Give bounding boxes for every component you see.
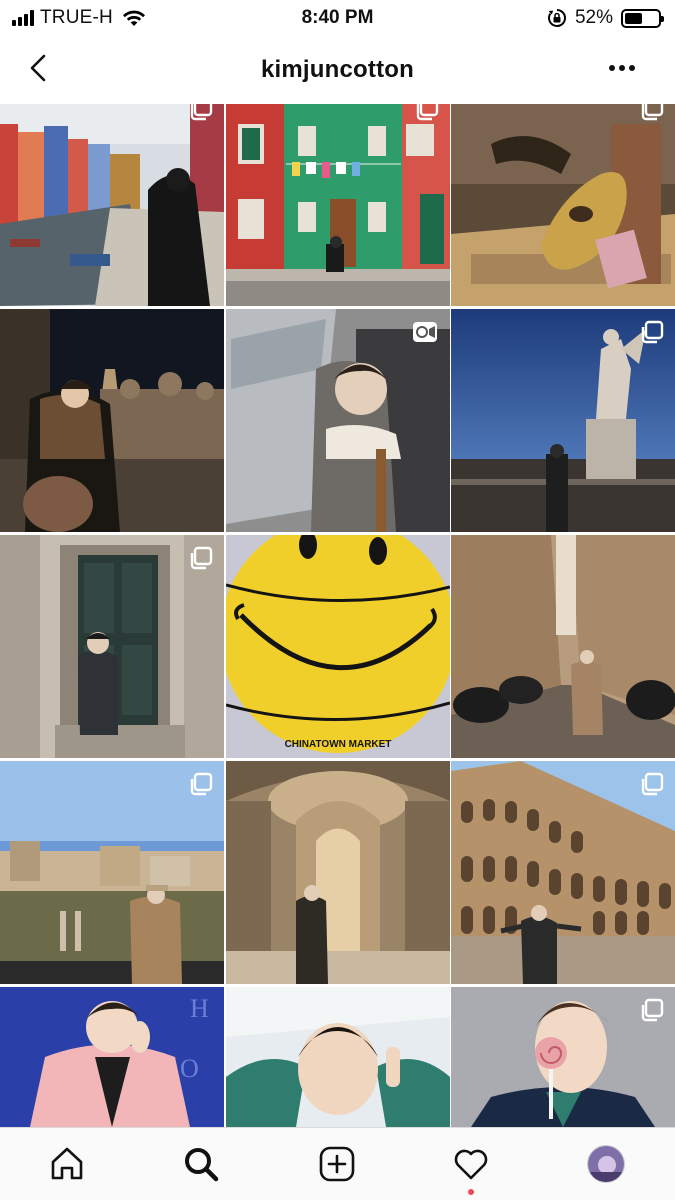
grid-post[interactable]	[0, 309, 224, 532]
grid-post[interactable]	[451, 104, 675, 306]
tab-search[interactable]	[179, 1142, 223, 1186]
explore-grid: CHINATOWN MARKET H O	[0, 104, 675, 1127]
tab-new-post[interactable]	[315, 1142, 359, 1186]
carousel-icon	[641, 772, 664, 796]
page-title: kimjuncotton	[260, 56, 415, 83]
grid-post[interactable]	[451, 309, 675, 532]
battery-icon	[621, 8, 664, 28]
grid-post[interactable]	[451, 535, 675, 758]
carousel-icon	[641, 320, 664, 344]
battery-percent: 52%	[574, 7, 613, 28]
notification-dot	[468, 1189, 474, 1195]
heart-icon	[454, 1149, 488, 1180]
avatar	[587, 1145, 625, 1183]
video-icon	[412, 322, 437, 342]
carousel-icon	[190, 104, 213, 121]
more-horizontal-icon	[609, 65, 615, 71]
grid-post[interactable]	[451, 987, 675, 1127]
rotation-lock-icon	[547, 9, 566, 27]
add-post-icon	[319, 1146, 355, 1182]
tab-activity[interactable]	[449, 1142, 493, 1195]
tab-home[interactable]	[45, 1142, 89, 1186]
profile-header: kimjuncotton	[0, 36, 675, 102]
search-icon	[185, 1148, 219, 1182]
status-bar: TRUE-H 8:40 PM 52%	[0, 0, 675, 36]
grid-post[interactable]	[0, 104, 224, 306]
carousel-icon	[641, 998, 664, 1022]
tab-profile[interactable]	[584, 1142, 628, 1186]
grid-post[interactable]	[0, 761, 224, 984]
grid-post[interactable]	[225, 104, 450, 306]
ball-text: CHINATOWN MARKET	[284, 739, 391, 750]
grid-post[interactable]: CHINATOWN MARKET	[225, 535, 450, 758]
chevron-left-icon[interactable]	[22, 50, 58, 86]
carousel-icon	[190, 772, 213, 796]
grid-post[interactable]	[451, 761, 675, 984]
grid-post[interactable]	[225, 761, 450, 984]
grid-post[interactable]	[0, 535, 224, 758]
grid-post[interactable]	[225, 309, 450, 532]
bottom-tab-bar	[0, 1127, 675, 1200]
carousel-icon	[416, 104, 438, 121]
svg-text:H: H	[190, 994, 209, 1023]
more-options-button[interactable]	[609, 60, 637, 76]
grid-post[interactable]	[225, 987, 450, 1127]
home-icon	[51, 1147, 83, 1180]
carousel-icon	[641, 104, 664, 121]
carousel-icon	[190, 546, 213, 570]
svg-text:O: O	[180, 1054, 199, 1083]
grid-post[interactable]: H O	[0, 987, 224, 1127]
